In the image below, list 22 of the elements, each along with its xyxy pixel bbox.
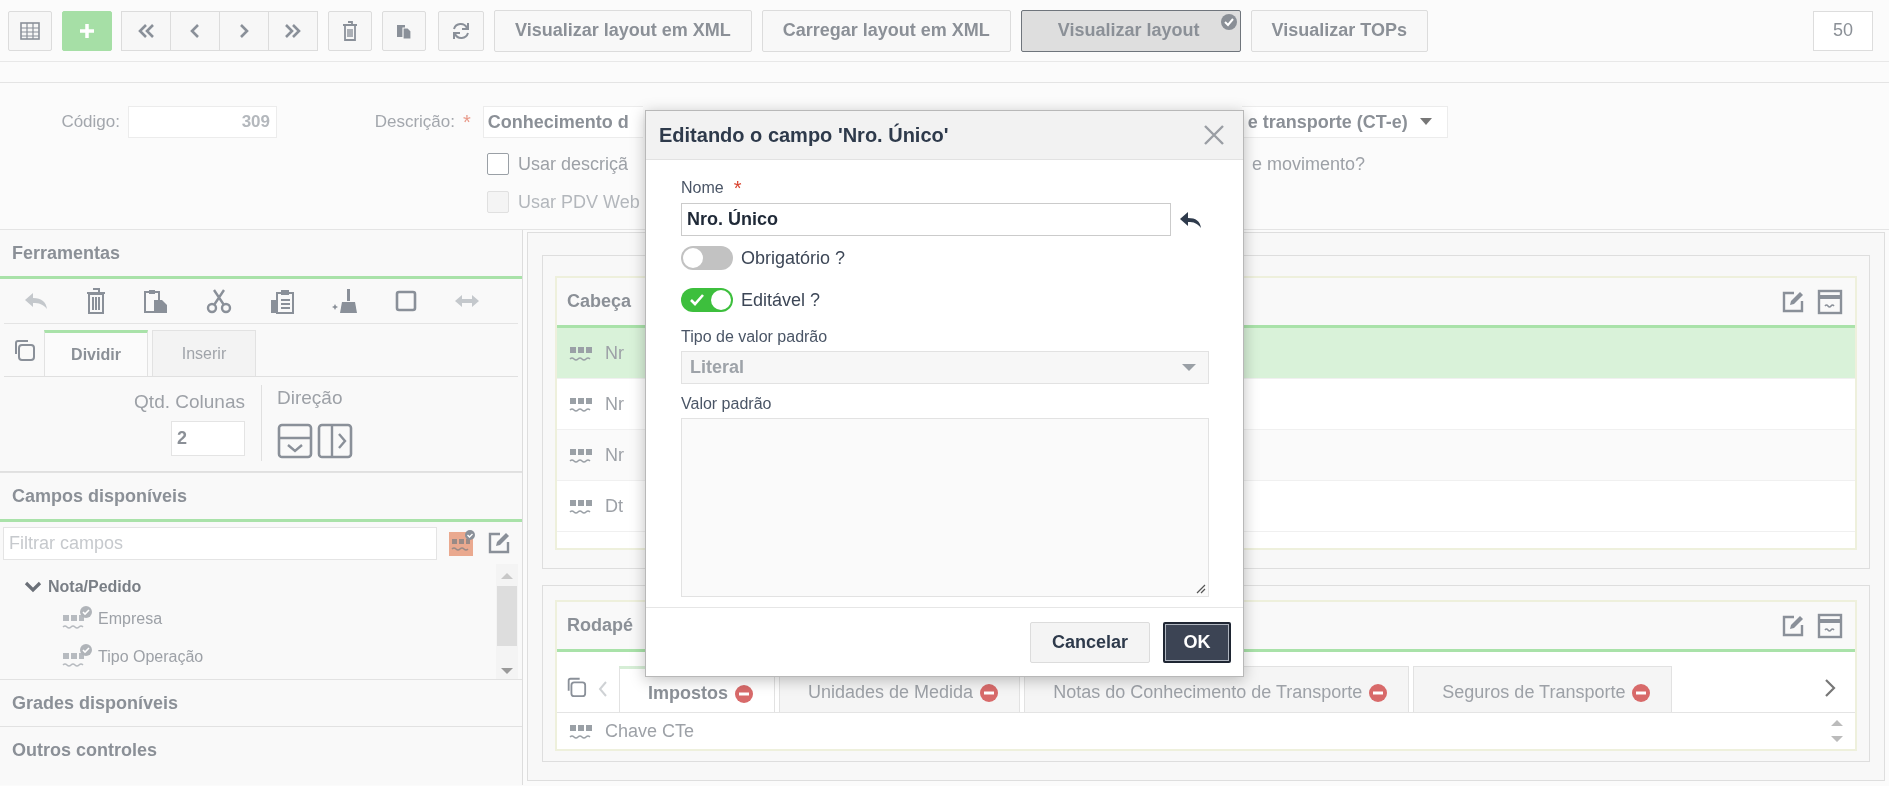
required-mark: * [463, 110, 471, 134]
panel-title: Cabeça [567, 291, 632, 312]
panel-title: Rodapé [567, 615, 633, 636]
dialog-title: Editando o campo 'Nro. Único' [659, 123, 949, 147]
toggle-label: Editável ? [741, 289, 821, 311]
columns-label: Qtd. Colunas [134, 391, 245, 413]
checkbox-label: Usar descriçã [518, 153, 629, 175]
code-label: Código: [60, 112, 120, 132]
movement-label: e movimento? [1252, 153, 1366, 175]
field-name: Nr [605, 393, 624, 415]
default-type-label: Tipo de valor padrão [681, 327, 829, 347]
checkbox-label: Usar PDV Web [518, 191, 640, 213]
field-name: Nr [605, 444, 624, 466]
field-name: Chave CTe [605, 720, 695, 742]
description-label: Descrição: [373, 112, 455, 132]
default-value-label: Valor padrão [681, 394, 773, 414]
toggle-label: Obrigatório ? [741, 247, 846, 269]
required-mark: * [733, 176, 742, 200]
name-label: Nome [681, 179, 724, 197]
field-name: Nr [605, 342, 624, 364]
direction-label: Direção [277, 387, 344, 409]
field-name: Dt [605, 495, 623, 517]
